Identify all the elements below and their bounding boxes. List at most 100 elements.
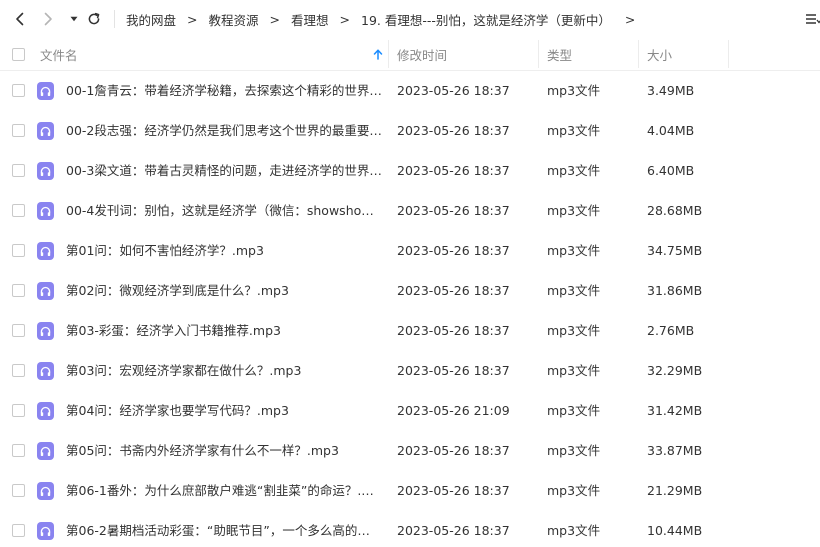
row-checkbox[interactable]: [12, 404, 25, 417]
file-row[interactable]: 00-3梁文道：带着古灵精怪的问题，走进经济学的世界.mp3 2023-05-26…: [0, 151, 820, 191]
file-type: mp3文件: [547, 483, 601, 498]
headphones-icon: [40, 326, 51, 336]
file-modified-time: 2023-05-26 18:37: [397, 123, 510, 138]
row-checkbox[interactable]: [12, 244, 25, 257]
file-size: 34.75MB: [647, 243, 703, 258]
file-modified-time: 2023-05-26 18:37: [397, 283, 510, 298]
refresh-button[interactable]: [85, 10, 103, 28]
headphones-icon: [40, 206, 51, 216]
file-row[interactable]: 00-4发刊词：别怕，这就是经济学（微信：showshow_y... 2023-0…: [0, 191, 820, 231]
chevron-left-icon: [16, 12, 24, 26]
column-divider[interactable]: [638, 40, 639, 68]
file-size: 2.76MB: [647, 323, 695, 338]
row-checkbox[interactable]: [12, 124, 25, 137]
column-header-name[interactable]: 文件名: [40, 38, 78, 70]
file-size: 21.29MB: [647, 483, 703, 498]
file-row[interactable]: 第04问：经济学家也要学写代码？.mp3 2023-05-26 21:09 mp3文…: [0, 391, 820, 431]
file-list-header: 文件名 修改时间 类型 大小: [0, 38, 820, 71]
file-name[interactable]: 第03问：宏观经济学家都在做什么？.mp3: [66, 351, 382, 391]
audio-file-icon: [37, 442, 54, 460]
breadcrumb-separator: >: [624, 11, 636, 27]
breadcrumb-item[interactable]: 我的网盘: [126, 10, 176, 29]
column-divider[interactable]: [388, 40, 389, 68]
file-type: mp3文件: [547, 323, 601, 338]
file-row[interactable]: 第03-彩蛋：经济学入门书籍推荐.mp3 2023-05-26 18:37 mp3文…: [0, 311, 820, 351]
audio-file-icon: [37, 162, 54, 180]
history-dropdown-button[interactable]: [65, 10, 83, 28]
row-checkbox[interactable]: [12, 524, 25, 537]
column-divider[interactable]: [538, 40, 539, 68]
file-name[interactable]: 第02问：微观经济学到底是什么？.mp3: [66, 271, 382, 311]
file-type: mp3文件: [547, 163, 601, 178]
file-row[interactable]: 第03问：宏观经济学家都在做什么？.mp3 2023-05-26 18:37 mp3…: [0, 351, 820, 391]
row-checkbox[interactable]: [12, 284, 25, 297]
row-checkbox[interactable]: [12, 444, 25, 457]
breadcrumb-separator: >: [269, 11, 280, 27]
file-name[interactable]: 00-1詹青云：带着经济学秘籍，去探索这个精彩的世界.mp3: [66, 71, 382, 111]
headphones-icon: [40, 286, 51, 296]
file-size: 6.40MB: [647, 163, 695, 178]
file-row[interactable]: 第02问：微观经济学到底是什么？.mp3 2023-05-26 18:37 mp3文…: [0, 271, 820, 311]
file-name[interactable]: 第01问：如何不害怕经济学？.mp3: [66, 231, 382, 271]
file-modified-time: 2023-05-26 18:37: [397, 243, 510, 258]
file-size: 31.86MB: [647, 283, 703, 298]
row-checkbox[interactable]: [12, 84, 25, 97]
audio-file-icon: [37, 202, 54, 220]
audio-file-icon: [37, 322, 54, 340]
row-checkbox[interactable]: [12, 164, 25, 177]
file-size: 10.44MB: [647, 523, 703, 538]
file-row[interactable]: 00-2段志强：经济学仍然是我们思考这个世界的最重要武器.mp3 2023-05-…: [0, 111, 820, 151]
row-checkbox[interactable]: [12, 324, 25, 337]
breadcrumb-separator: >: [339, 11, 350, 27]
row-checkbox[interactable]: [12, 204, 25, 217]
file-row[interactable]: 第06-1番外：为什么庶部散户难逃“割韭菜”的命运？.mp3 2023-05-26…: [0, 471, 820, 511]
headphones-icon: [40, 366, 51, 376]
breadcrumb-item[interactable]: 看理想: [291, 10, 329, 29]
file-size: 32.29MB: [647, 363, 703, 378]
file-name[interactable]: 00-3梁文道：带着古灵精怪的问题，走进经济学的世界.mp3: [66, 151, 382, 191]
file-type: mp3文件: [547, 363, 601, 378]
file-size: 31.42MB: [647, 403, 703, 418]
row-checkbox[interactable]: [12, 484, 25, 497]
file-type: mp3文件: [547, 443, 601, 458]
column-name-label: 文件名: [40, 47, 78, 63]
back-button[interactable]: [11, 10, 29, 28]
audio-file-icon: [37, 242, 54, 260]
audio-file-icon: [37, 522, 54, 540]
file-type: mp3文件: [547, 243, 601, 258]
file-name[interactable]: 00-2段志强：经济学仍然是我们思考这个世界的最重要武器.mp3: [66, 111, 382, 151]
file-type: mp3文件: [547, 523, 601, 538]
file-row[interactable]: 第01问：如何不害怕经济学？.mp3 2023-05-26 18:37 mp3文件 3…: [0, 231, 820, 271]
file-name[interactable]: 00-4发刊词：别怕，这就是经济学（微信：showshow_y...: [66, 191, 382, 231]
row-checkbox[interactable]: [12, 364, 25, 377]
file-name[interactable]: 第06-1番外：为什么庶部散户难逃“割韭菜”的命运？.mp3: [66, 471, 382, 511]
chevron-right-icon: [44, 12, 52, 26]
breadcrumb-item[interactable]: 教程资源: [209, 10, 259, 29]
column-header-type[interactable]: 类型: [547, 38, 572, 70]
file-type: mp3文件: [547, 403, 601, 418]
file-size: 28.68MB: [647, 203, 703, 218]
file-row[interactable]: 第06-2暑期档活动彩蛋：“助眠节目”，一个多么高的评价.mp3 2023-05-…: [0, 511, 820, 547]
file-row[interactable]: 第05问：书斋内外经济学家有什么不一样？.mp3 2023-05-26 18:37…: [0, 431, 820, 471]
sort-ascending-icon[interactable]: [373, 49, 383, 60]
file-name[interactable]: 第04问：经济学家也要学写代码？.mp3: [66, 391, 382, 431]
breadcrumb: 我的网盘 > 教程资源 > 看理想 > 19. 看理想---别怕，这就是经济学（…: [126, 0, 646, 38]
column-divider[interactable]: [728, 40, 729, 68]
file-list: 00-1詹青云：带着经济学秘籍，去探索这个精彩的世界.mp3 2023-05-26…: [0, 71, 820, 547]
select-all-checkbox[interactable]: [12, 48, 25, 61]
breadcrumb-current[interactable]: 19. 看理想---别怕，这就是经济学（更新中）: [361, 10, 611, 29]
column-modified-label: 修改时间: [397, 47, 448, 63]
audio-file-icon: [37, 122, 54, 140]
file-modified-time: 2023-05-26 18:37: [397, 363, 510, 378]
toolbar-divider: [114, 10, 115, 28]
forward-button[interactable]: [39, 10, 57, 28]
column-header-size[interactable]: 大小: [647, 38, 672, 70]
file-name[interactable]: 第03-彩蛋：经济学入门书籍推荐.mp3: [66, 311, 382, 351]
file-name[interactable]: 第05问：书斋内外经济学家有什么不一样？.mp3: [66, 431, 382, 471]
file-row[interactable]: 00-1詹青云：带着经济学秘籍，去探索这个精彩的世界.mp3 2023-05-26…: [0, 71, 820, 111]
file-modified-time: 2023-05-26 18:37: [397, 83, 510, 98]
file-size: 3.49MB: [647, 83, 695, 98]
view-mode-button[interactable]: [805, 11, 820, 27]
column-header-modified[interactable]: 修改时间: [397, 38, 447, 70]
file-name[interactable]: 第06-2暑期档活动彩蛋：“助眠节目”，一个多么高的评价.mp3: [66, 511, 382, 547]
